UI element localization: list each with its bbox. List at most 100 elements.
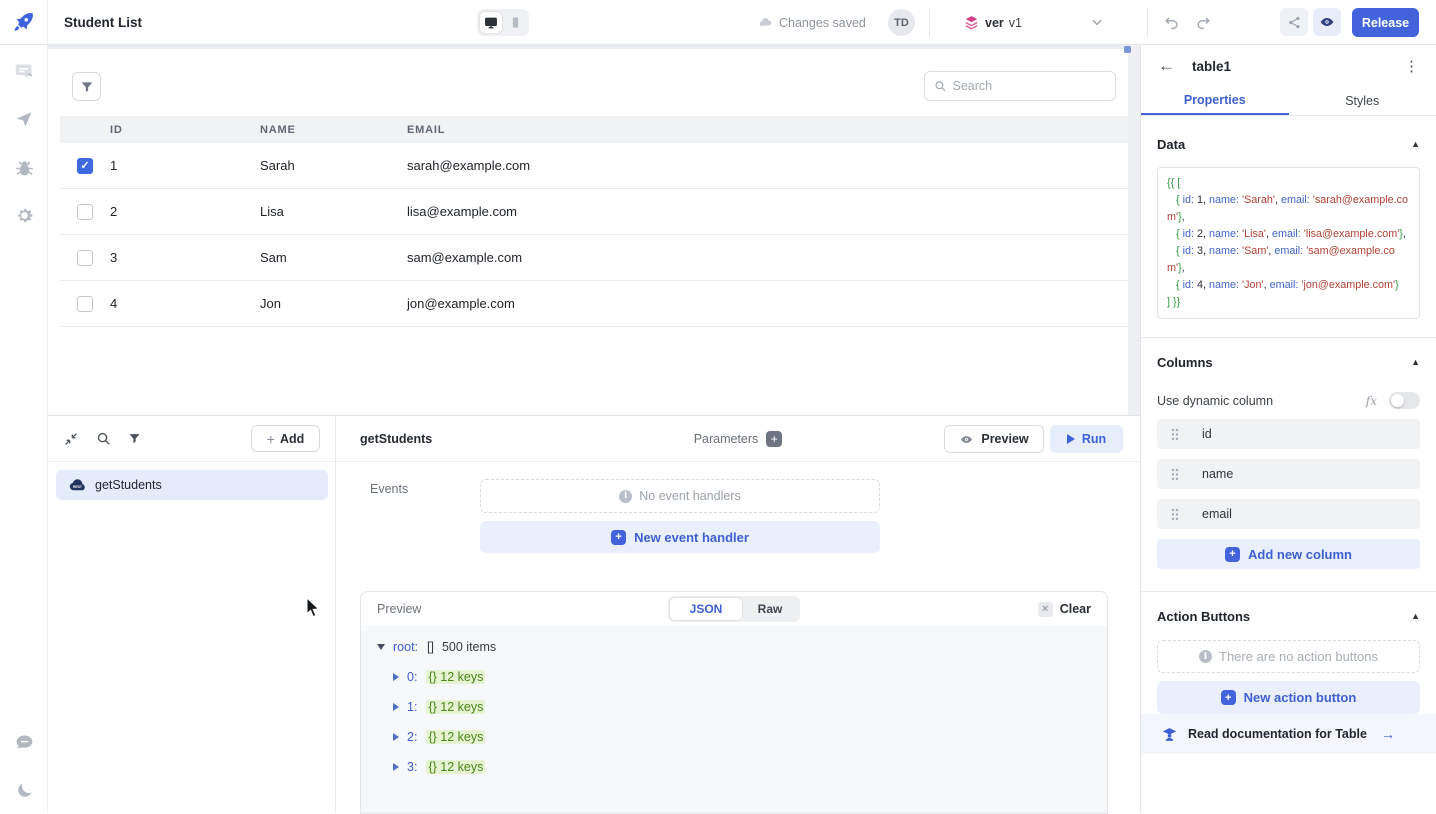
drag-handle-icon[interactable] <box>1171 428 1179 441</box>
drag-handle-icon[interactable] <box>1171 468 1179 481</box>
back-arrow-icon[interactable]: ← <box>1158 56 1175 76</box>
cell-email[interactable]: lisa@example.com <box>407 204 1128 219</box>
search-queries-icon[interactable] <box>96 431 111 446</box>
tree-item-row[interactable]: 1:{} 12 keys <box>393 700 1091 714</box>
add-new-column-button[interactable]: + Add new column <box>1157 539 1420 569</box>
tree-item-row[interactable]: 2:{} 12 keys <box>393 730 1091 744</box>
selection-handle[interactable] <box>1124 46 1131 53</box>
column-row-id[interactable]: id <box>1157 419 1420 449</box>
collapse-caret-icon[interactable]: ▲ <box>1411 139 1420 149</box>
cell-id[interactable]: 2 <box>110 204 260 219</box>
column-row-name[interactable]: name <box>1157 459 1420 489</box>
drag-handle-icon[interactable] <box>1171 508 1179 521</box>
collapse-panel-icon[interactable] <box>63 431 79 447</box>
row-checkbox[interactable]: ✓ <box>77 158 93 174</box>
cell-email[interactable]: sarah@example.com <box>407 158 1128 173</box>
row-checkbox[interactable] <box>77 296 93 312</box>
data-code-editor[interactable]: {{ [ { id: 1, name: 'Sarah', email: 'sar… <box>1157 167 1420 319</box>
add-query-button[interactable]: + Add <box>251 425 320 452</box>
columns-section-title: Columns <box>1157 355 1213 370</box>
cell-email[interactable]: jon@example.com <box>407 296 1128 311</box>
column-row-email[interactable]: email <box>1157 499 1420 529</box>
new-event-handler-button[interactable]: + New event handler <box>480 521 880 553</box>
table-row[interactable]: 4Jonjon@example.com <box>60 281 1128 327</box>
no-event-handlers-label: No event handlers <box>639 489 740 503</box>
header-id[interactable]: ID <box>110 124 260 136</box>
tree-item-row[interactable]: 3:{} 12 keys <box>393 760 1091 774</box>
new-action-button[interactable]: + New action button <box>1157 681 1420 714</box>
moon-icon <box>15 781 34 800</box>
query-preview-button[interactable]: Preview <box>944 425 1044 453</box>
expander-down-icon[interactable] <box>377 644 385 650</box>
search-input[interactable] <box>953 79 1107 93</box>
actions-section-header[interactable]: Action Buttons ▲ <box>1141 606 1436 626</box>
app-logo[interactable] <box>0 0 48 45</box>
expander-right-icon[interactable] <box>393 703 399 711</box>
tree-root-row[interactable]: root: [] 500 items <box>377 640 1091 654</box>
columns-section-header[interactable]: Columns ▲ <box>1141 352 1436 372</box>
tab-raw[interactable]: Raw <box>742 598 798 620</box>
table-search-box[interactable] <box>924 71 1116 101</box>
desktop-icon <box>484 16 498 30</box>
expander-right-icon[interactable] <box>393 673 399 681</box>
settings-button[interactable] <box>12 203 36 227</box>
undo-button[interactable] <box>1160 11 1183 34</box>
cell-name[interactable]: Sam <box>260 250 407 265</box>
avatar[interactable]: TD <box>888 9 915 36</box>
cell-id[interactable]: 3 <box>110 250 260 265</box>
desktop-toggle-button[interactable] <box>480 12 502 33</box>
eye-icon <box>1319 14 1335 30</box>
table-row[interactable]: 3Samsam@example.com <box>60 235 1128 281</box>
version-control[interactable]: ver v1 <box>963 0 1022 45</box>
clear-button[interactable]: × Clear <box>1038 602 1091 617</box>
dynamic-column-label: Use dynamic column <box>1157 394 1273 408</box>
version-label: ver <box>985 16 1004 30</box>
header-email[interactable]: EMAIL <box>407 124 1128 136</box>
cell-id[interactable]: 1 <box>110 158 260 173</box>
filter-queries-icon[interactable] <box>128 432 141 445</box>
debug-button[interactable] <box>12 156 36 180</box>
table-row[interactable]: ✓ 1Sarahsarah@example.com <box>60 143 1128 189</box>
table-row[interactable]: 2Lisalisa@example.com <box>60 189 1128 235</box>
expander-right-icon[interactable] <box>393 763 399 771</box>
release-button[interactable]: Release <box>1352 8 1419 37</box>
row-checkbox[interactable] <box>77 250 93 266</box>
funnel-icon <box>80 80 94 94</box>
row-checkbox[interactable] <box>77 204 93 220</box>
tab-styles[interactable]: Styles <box>1289 87 1436 115</box>
help-chat-button[interactable] <box>12 730 36 754</box>
cell-email[interactable]: sam@example.com <box>407 250 1128 265</box>
kebab-menu-icon[interactable]: ⋮ <box>1404 57 1419 75</box>
comments-button[interactable] <box>12 59 36 83</box>
header-name[interactable]: NAME <box>260 124 407 136</box>
table-filter-button[interactable] <box>72 72 101 101</box>
query-run-button[interactable]: Run <box>1050 425 1123 453</box>
query-list-item-getstudents[interactable]: REST getStudents <box>56 470 328 500</box>
dynamic-column-toggle[interactable] <box>1389 392 1420 409</box>
share-button[interactable] <box>1280 8 1308 36</box>
tab-json[interactable]: JSON <box>670 598 742 620</box>
releases-button[interactable] <box>12 107 36 131</box>
cell-id[interactable]: 4 <box>110 296 260 311</box>
cell-name[interactable]: Sarah <box>260 158 407 173</box>
tree-item-row[interactable]: 0:{} 12 keys <box>393 670 1091 684</box>
dark-mode-toggle[interactable] <box>12 778 36 802</box>
cell-name[interactable]: Jon <box>260 296 407 311</box>
fx-icon[interactable]: fx <box>1366 394 1377 408</box>
cell-name[interactable]: Lisa <box>260 204 407 219</box>
tab-properties[interactable]: Properties <box>1141 87 1289 115</box>
mobile-toggle-button[interactable] <box>504 12 526 33</box>
preview-app-button[interactable] <box>1313 8 1341 36</box>
component-name[interactable]: table1 <box>1192 59 1231 74</box>
add-parameter-button[interactable]: + <box>766 431 782 447</box>
code-line: { id: 2, name: 'Lisa', email: 'lisa@exam… <box>1167 226 1410 243</box>
chevron-down-icon[interactable] <box>1090 15 1104 29</box>
code-line: ] }} <box>1167 294 1410 311</box>
expander-right-icon[interactable] <box>393 733 399 741</box>
redo-button[interactable] <box>1192 11 1215 34</box>
data-section-header[interactable]: Data ▲ <box>1141 134 1436 154</box>
preview-card-header: Preview JSON Raw × Clear <box>361 592 1107 626</box>
collapse-caret-icon[interactable]: ▲ <box>1411 357 1420 367</box>
collapse-caret-icon[interactable]: ▲ <box>1411 611 1420 621</box>
read-documentation-link[interactable]: Read documentation for Table → <box>1141 714 1436 754</box>
